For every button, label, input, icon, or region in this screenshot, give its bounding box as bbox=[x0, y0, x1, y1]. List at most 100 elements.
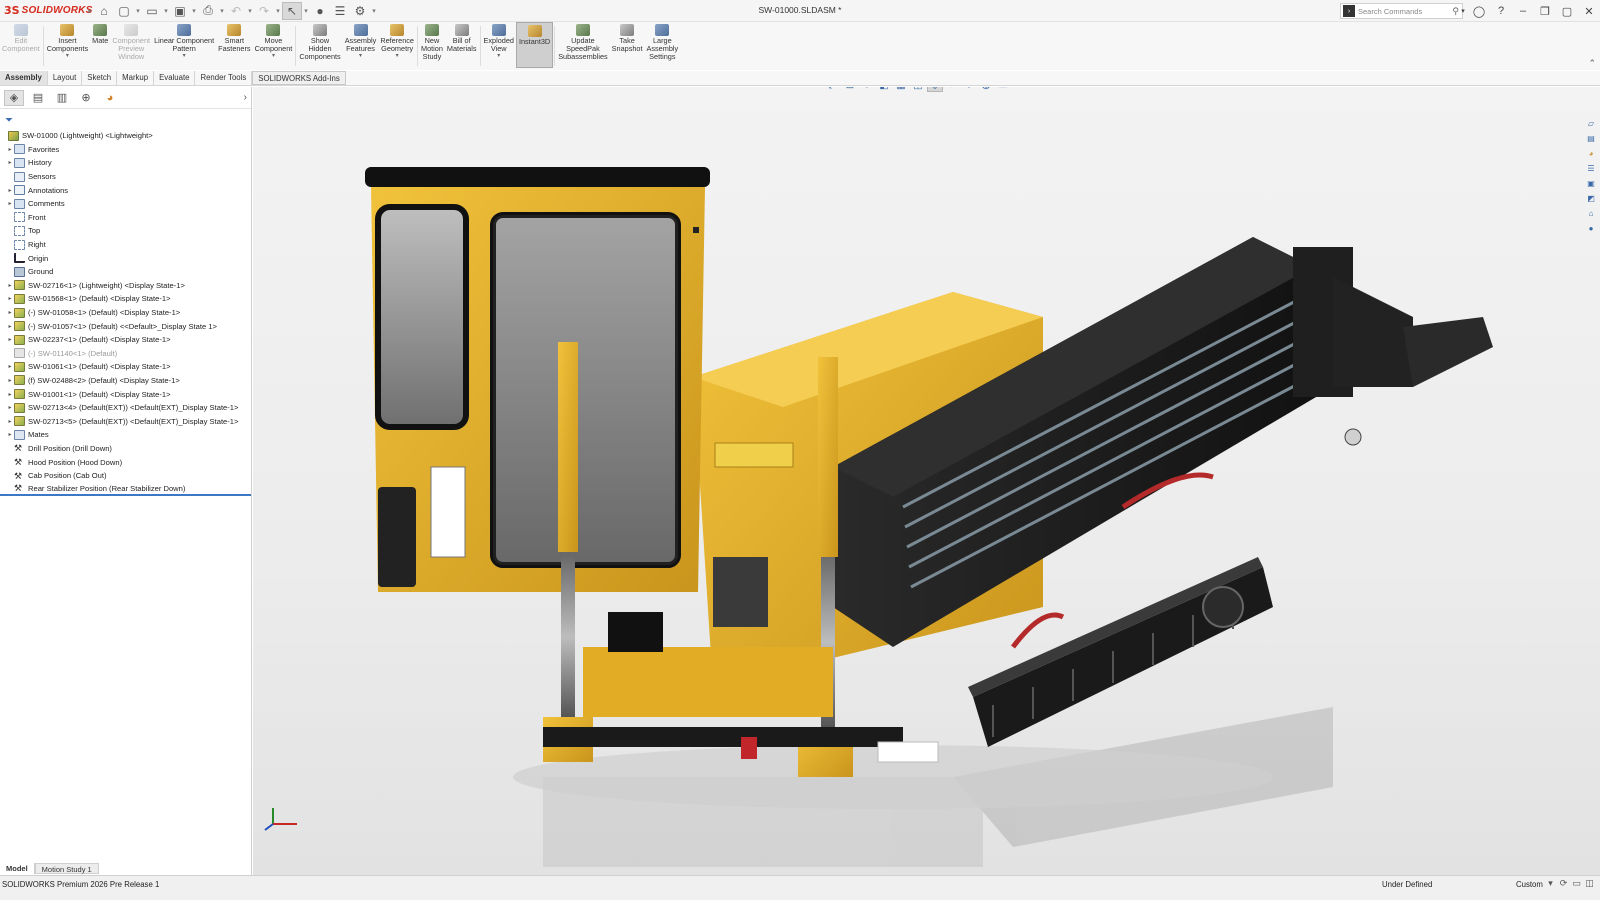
tree-item[interactable]: ▸ (f) SW-02488<2> (Default) <Display Stat… bbox=[0, 374, 251, 388]
design-library-icon[interactable]: ▤ bbox=[1584, 132, 1598, 145]
hide-show-items-icon[interactable]: ◔ bbox=[944, 87, 960, 92]
bill-of-materials-button[interactable]: Bill of Materials bbox=[445, 22, 479, 68]
select-cursor-icon[interactable]: ↖ bbox=[282, 1, 302, 20]
propertymanager-icon[interactable]: ▤ bbox=[28, 90, 48, 106]
viewport-close-icon[interactable]: ✕ bbox=[1576, 87, 1592, 88]
move-component-button[interactable]: Move Component ▾ bbox=[253, 22, 295, 68]
show-hidden-components-button[interactable]: Show Hidden Components bbox=[297, 22, 342, 68]
expand-arrow-icon[interactable]: ▸ bbox=[6, 159, 14, 166]
expand-arrow-icon[interactable]: ▸ bbox=[6, 404, 14, 411]
dimxpert-icon[interactable]: ⊕ bbox=[76, 90, 96, 106]
save-dropdown-icon[interactable]: ▾ bbox=[190, 7, 198, 15]
drill-machine-model[interactable] bbox=[253, 87, 1600, 875]
tree-item[interactable]: Top bbox=[0, 224, 251, 238]
component-preview-window-button[interactable]: Component Preview Window bbox=[110, 22, 152, 68]
solidworks-logo[interactable]: 3S SOLIDWORKS bbox=[4, 0, 92, 22]
select-dropdown-icon[interactable]: ▾ bbox=[302, 7, 310, 15]
tree-item[interactable]: ⚒ Drill Position (Drill Down) bbox=[0, 442, 251, 456]
previous-view-icon[interactable]: ↺ bbox=[859, 87, 875, 92]
expand-arrow-icon[interactable]: ▸ bbox=[6, 363, 14, 370]
edit-component-button[interactable]: Edit Component bbox=[0, 22, 42, 68]
dropdown-arrow-icon[interactable]: ▾ bbox=[497, 53, 500, 60]
expand-arrow-icon[interactable]: ▸ bbox=[6, 418, 14, 425]
viewport-maximize-icon[interactable]: ❐ bbox=[1560, 87, 1576, 88]
tree-item[interactable]: ▸ SW-02713<5> (Default(EXT)) <Default(EXT… bbox=[0, 414, 251, 428]
new-motion-study-button[interactable]: New Motion Study bbox=[419, 22, 445, 68]
tree-item[interactable]: ▸ SW-02237<1> (Default) <Display State-1> bbox=[0, 333, 251, 347]
collapse-ribbon-icon[interactable]: ⌃ bbox=[1588, 58, 1596, 69]
take-snapshot-button[interactable]: Take Snapshot bbox=[610, 22, 645, 68]
tree-item[interactable]: Front bbox=[0, 211, 251, 225]
tree-item[interactable]: (-) SW-01140<1> (Default) bbox=[0, 347, 251, 361]
tree-item[interactable]: ▸ (-) SW-01057<1> (Default) <<Default>_Di… bbox=[0, 319, 251, 333]
help-icon[interactable]: ? bbox=[1490, 5, 1512, 17]
undo-icon[interactable]: ↶ bbox=[226, 2, 246, 20]
home-tab-icon[interactable]: ⌂ bbox=[1584, 207, 1598, 220]
open-icon[interactable]: ▭ bbox=[142, 2, 162, 20]
custom-properties-icon[interactable]: ☰ bbox=[1584, 162, 1598, 175]
expand-arrow-icon[interactable]: ▸ bbox=[6, 295, 14, 302]
view-orientation-icon[interactable]: ◫ bbox=[910, 87, 926, 92]
assembly-features-button[interactable]: Assembly Features ▾ bbox=[343, 22, 379, 68]
tree-item[interactable]: Ground bbox=[0, 265, 251, 279]
tree-item[interactable]: SW-01000 (Lightweight) <Lightweight> bbox=[0, 129, 251, 143]
tree-item[interactable]: ⚒ Rear Stabilizer Position (Rear Stabiliz… bbox=[0, 482, 251, 497]
exploded-view-button[interactable]: Exploded View ▾ bbox=[482, 22, 516, 68]
file-properties-icon[interactable]: ☰ bbox=[330, 2, 350, 20]
tree-item[interactable]: ▸ SW-02713<4> (Default(EXT)) <Default(EXT… bbox=[0, 401, 251, 415]
expand-arrow-icon[interactable]: ▸ bbox=[6, 146, 14, 153]
edit-appearance-icon[interactable]: ◕ bbox=[961, 87, 977, 92]
new-document-icon[interactable]: ▢ bbox=[114, 2, 134, 20]
viewport-tile-icon[interactable]: ⊞ bbox=[1528, 87, 1544, 88]
solidworks-resources-icon[interactable]: ▱ bbox=[1584, 117, 1598, 130]
expand-arrow-icon[interactable]: ▸ bbox=[6, 431, 14, 438]
expand-arrow-icon[interactable]: ▸ bbox=[6, 377, 14, 384]
forum-icon[interactable]: ● bbox=[1584, 222, 1598, 235]
tab-render-tools[interactable]: Render Tools bbox=[195, 71, 253, 85]
expand-arrow-icon[interactable]: ▸ bbox=[6, 282, 14, 289]
display-style-icon[interactable]: ◈ bbox=[927, 87, 943, 92]
tree-item[interactable]: ▸ History bbox=[0, 156, 251, 170]
large-assembly-settings-button[interactable]: Large Assembly Settings bbox=[645, 22, 681, 68]
graphics-area[interactable]: ⤢ ⊡ ↺ ◧ ▦ ◫ ◈ ◔ ◕ ◍ ▭ ⊟ ⊞ – ❐ ✕ ▱ ▤ ◕ ☰ … bbox=[253, 87, 1600, 875]
minimize-icon[interactable]: – bbox=[1512, 5, 1534, 17]
rebuild-status-icon[interactable]: ⟳ bbox=[1557, 878, 1570, 889]
notifications-icon[interactable]: ◫ bbox=[1583, 878, 1596, 889]
dropdown-arrow-icon[interactable]: ▾ bbox=[359, 53, 362, 60]
home-icon[interactable]: ⌂ bbox=[94, 2, 114, 20]
expand-arrow-icon[interactable]: ▸ bbox=[6, 187, 14, 194]
user-account-icon[interactable]: ◯ bbox=[1468, 5, 1490, 18]
restore-icon[interactable]: ❐ bbox=[1534, 5, 1556, 18]
view-status-icon[interactable]: ▭ bbox=[1570, 878, 1583, 889]
tree-item[interactable]: Sensors bbox=[0, 170, 251, 184]
tree-item[interactable]: ▸ SW-01061<1> (Default) <Display State-1> bbox=[0, 360, 251, 374]
view-settings-icon[interactable]: ▭ bbox=[995, 87, 1011, 92]
redo-dropdown-icon[interactable]: ▾ bbox=[274, 7, 282, 15]
maximize-icon[interactable]: ▢ bbox=[1556, 5, 1578, 18]
zoom-to-fit-icon[interactable]: ⤢ bbox=[825, 87, 841, 92]
tree-item[interactable]: ▸ Favorites bbox=[0, 143, 251, 157]
viewport-restore-icon[interactable]: ⊟ bbox=[1512, 87, 1528, 88]
appearances-icon[interactable]: ◕ bbox=[1584, 147, 1598, 160]
undo-dropdown-icon[interactable]: ▾ bbox=[246, 7, 254, 15]
dropdown-arrow-icon[interactable]: ▾ bbox=[183, 53, 186, 60]
expand-arrow-icon[interactable]: ▸ bbox=[6, 336, 14, 343]
search-dropdown-icon[interactable]: ▾ bbox=[1458, 7, 1468, 15]
tab-markup[interactable]: Markup bbox=[117, 71, 155, 85]
tab-solidworks-add-ins[interactable]: SOLIDWORKS Add-Ins bbox=[252, 71, 346, 85]
mate-button[interactable]: Mate bbox=[90, 22, 110, 68]
options-gear-icon[interactable]: ⚙ bbox=[350, 2, 370, 20]
new-dropdown-icon[interactable]: ▾ bbox=[134, 7, 142, 15]
expand-arrow-icon[interactable]: ▸ bbox=[6, 200, 14, 207]
tree-item[interactable]: ▸ (-) SW-01058<1> (Default) <Display Stat… bbox=[0, 306, 251, 320]
expand-arrow-icon[interactable]: ▸ bbox=[6, 391, 14, 398]
view-palette-icon[interactable]: ◩ bbox=[1584, 192, 1598, 205]
tree-filter-icon[interactable]: ⏷ bbox=[0, 113, 251, 127]
zoom-to-area-icon[interactable]: ⊡ bbox=[842, 87, 858, 92]
viewport-minimize-icon[interactable]: – bbox=[1544, 87, 1560, 88]
options-dropdown-icon[interactable]: ▾ bbox=[370, 7, 378, 15]
tree-item[interactable]: ▸ Mates bbox=[0, 428, 251, 442]
reference-geometry-button[interactable]: Reference Geometry ▾ bbox=[378, 22, 416, 68]
featuremanager-icon[interactable]: ◈ bbox=[4, 89, 24, 106]
dropdown-arrow-icon[interactable]: ▾ bbox=[396, 53, 399, 60]
